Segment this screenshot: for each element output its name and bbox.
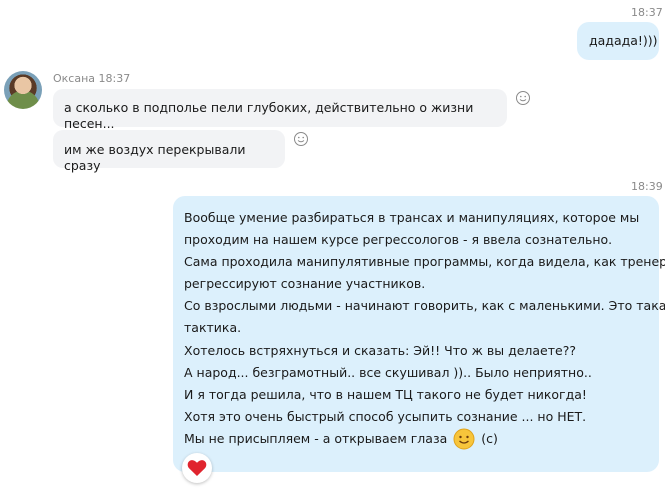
smiley-icon[interactable] bbox=[515, 90, 531, 106]
outgoing-message[interactable]: дадада!))) bbox=[577, 22, 659, 60]
message-timestamp: 18:39 bbox=[631, 180, 663, 193]
incoming-message[interactable]: им же воздух перекрывали сразу bbox=[53, 130, 285, 173]
message-line: Со взрослыми людьми - начинают говорить,… bbox=[184, 298, 665, 314]
smiling-face-icon bbox=[453, 428, 475, 450]
message-text: Мы не присыпляем - а открываем глаза bbox=[184, 430, 448, 446]
message-line: А народ... безграмотный.. все скушивал )… bbox=[184, 364, 592, 380]
message-text: им же воздух перекрывали сразу bbox=[64, 142, 246, 173]
sender-header: Оксана 18:37 bbox=[53, 72, 130, 85]
message-line: Вообще умение разбираться в трансах и ма… bbox=[184, 210, 640, 225]
message-line: Хотелось встряхнуться и сказать: Эй!! Чт… bbox=[184, 342, 576, 358]
message-timestamp: 18:37 bbox=[631, 6, 663, 19]
message-line-last: Мы не присыпляем - а открываем глаза (с) bbox=[184, 428, 659, 450]
message-line: тактика. bbox=[184, 320, 242, 336]
heart-icon bbox=[187, 460, 207, 476]
message-timestamp: 18:37 bbox=[98, 72, 131, 85]
smiley-icon[interactable] bbox=[293, 131, 309, 147]
incoming-message[interactable]: а сколько в подполье пели глубоких, дейс… bbox=[53, 89, 507, 131]
message-line: Хотя это очень быстрый способ усыпить со… bbox=[184, 408, 587, 424]
message-line: Сама проходила манипулятивные программы,… bbox=[184, 254, 665, 270]
reaction-badge[interactable] bbox=[182, 453, 212, 483]
avatar[interactable] bbox=[4, 71, 42, 109]
message-text: дадада!))) bbox=[589, 33, 658, 48]
message-line: регрессируют сознание участников. bbox=[184, 276, 426, 292]
outgoing-message[interactable]: Вообще умение разбираться в трансах и ма… bbox=[173, 196, 665, 472]
message-line: И я тогда решила, что в нашем ТЦ такого … bbox=[184, 386, 587, 402]
message-suffix: (с) bbox=[481, 430, 498, 446]
sender-name[interactable]: Оксана bbox=[53, 72, 95, 85]
message-line: проходим на нашем курсе регрессологов - … bbox=[184, 232, 613, 248]
message-text: а сколько в подполье пели глубоких, дейс… bbox=[64, 100, 474, 131]
